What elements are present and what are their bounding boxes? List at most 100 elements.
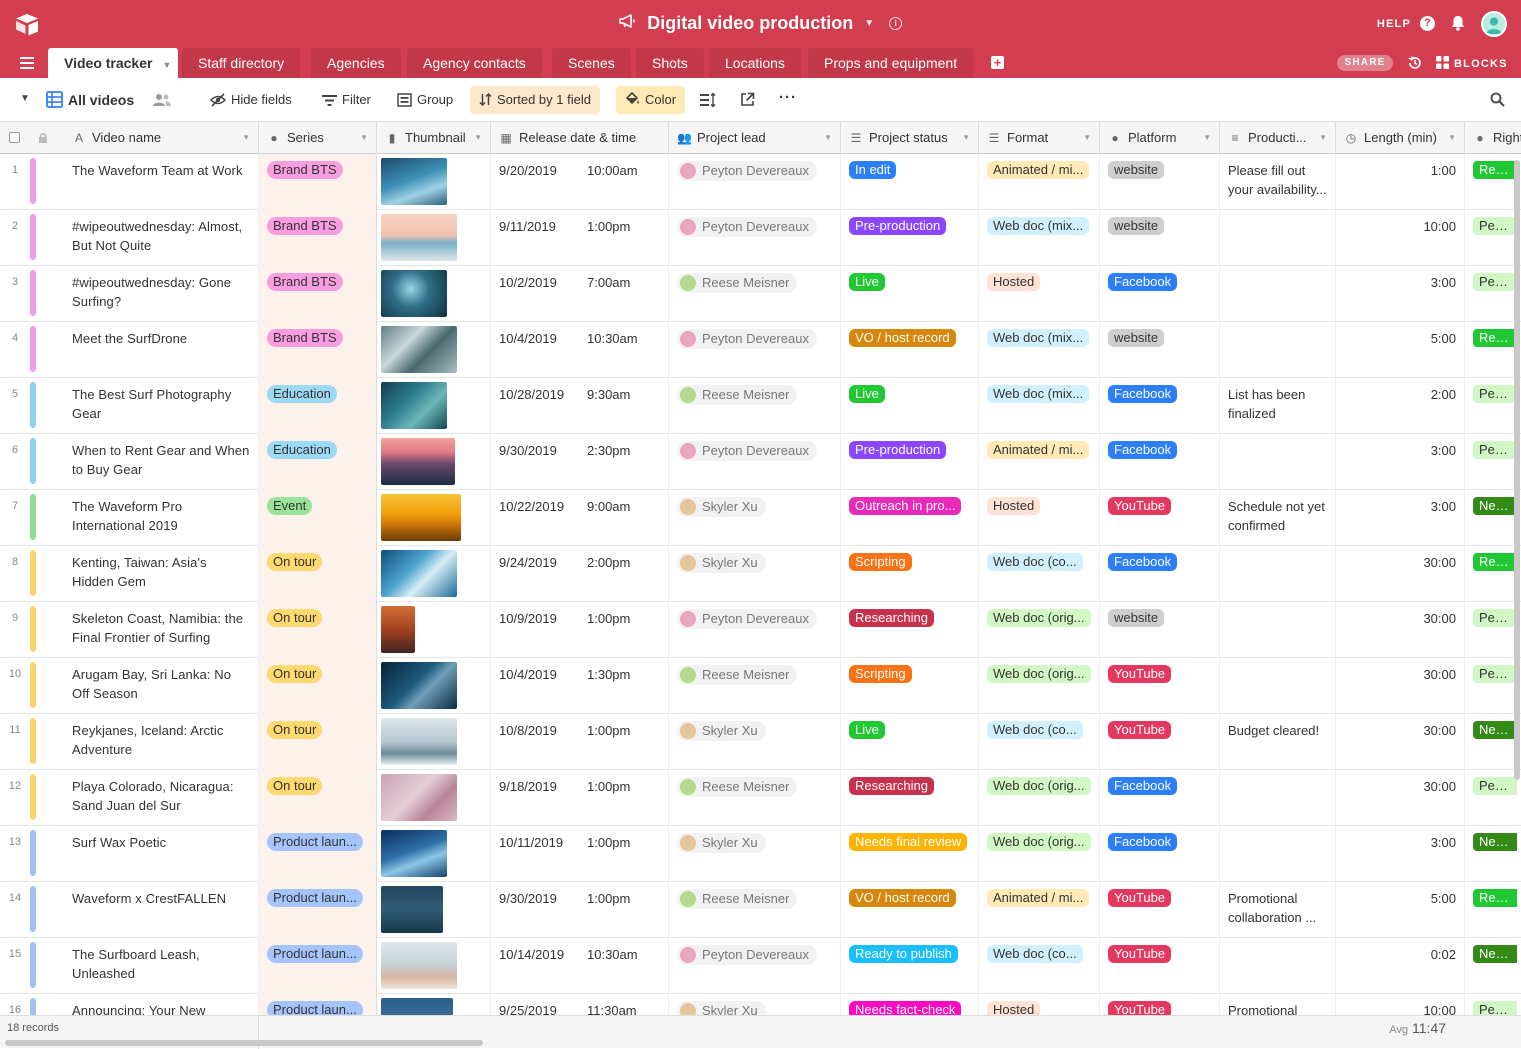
production-notes-cell[interactable] xyxy=(1220,938,1336,994)
thumbnail-image[interactable] xyxy=(381,886,443,933)
production-notes-cell[interactable]: Budget cleared! xyxy=(1220,714,1336,770)
format-cell[interactable]: Web doc (co... xyxy=(979,938,1100,994)
rights-cell[interactable]: Permis xyxy=(1465,658,1521,714)
series-cell[interactable]: On tour xyxy=(259,658,377,714)
base-title[interactable]: Digital video production ▼ i xyxy=(0,12,1521,34)
thumbnail-image[interactable] xyxy=(381,550,457,597)
rights-cell[interactable]: Needs xyxy=(1465,714,1521,770)
release-date-cell[interactable]: 9/18/2019 1:00pm xyxy=(491,770,669,826)
project-status-cell[interactable]: Scripting xyxy=(841,658,979,714)
production-notes-cell[interactable] xyxy=(1220,602,1336,658)
table-row[interactable]: 5 The Best Surf Photography Gear Education… xyxy=(0,378,1521,434)
length-cell[interactable]: 10:00 xyxy=(1336,994,1465,1015)
format-cell[interactable]: Animated / mi... xyxy=(979,154,1100,210)
table-row[interactable]: 12 Playa Colorado, Nicaragua: Sand Juan d… xyxy=(0,770,1521,826)
table-row[interactable]: 11 Reykjanes, Iceland: Arctic Adventure On… xyxy=(0,714,1521,770)
platform-cell[interactable]: Facebook xyxy=(1100,546,1220,602)
table-row[interactable]: 3 #wipeoutwednesday: Gone Surfing? Brand B… xyxy=(0,266,1521,322)
video-name-cell[interactable]: Surf Wax Poetic xyxy=(64,826,259,882)
chevron-down-icon[interactable]: ▼ xyxy=(360,122,368,154)
chevron-down-icon[interactable]: ▼ xyxy=(162,60,171,70)
length-cell[interactable]: 30:00 xyxy=(1336,770,1465,826)
column-header-production-notes[interactable]: ≡ Producti... ▼ xyxy=(1220,122,1336,154)
table-row[interactable]: 10 Arugam Bay, Sri Lanka: No Off Season On… xyxy=(0,658,1521,714)
release-date-cell[interactable]: 10/14/2019 10:30am xyxy=(491,938,669,994)
production-notes-cell[interactable] xyxy=(1220,322,1336,378)
chevron-down-icon[interactable]: ▼ xyxy=(1083,122,1091,154)
platform-cell[interactable]: YouTube xyxy=(1100,490,1220,546)
thumbnail-cell[interactable] xyxy=(377,602,491,658)
platform-cell[interactable]: website xyxy=(1100,602,1220,658)
thumbnail-image[interactable] xyxy=(381,998,453,1015)
platform-cell[interactable]: website xyxy=(1100,322,1220,378)
help-icon[interactable]: ? xyxy=(1420,16,1435,31)
column-header-length[interactable]: ◷ Length (min) ▼ xyxy=(1336,122,1465,154)
project-status-cell[interactable]: Needs fact-check xyxy=(841,994,979,1015)
thumbnail-cell[interactable] xyxy=(377,546,491,602)
format-cell[interactable]: Hosted xyxy=(979,994,1100,1015)
production-notes-cell[interactable]: Please fill out your availability... xyxy=(1220,154,1336,210)
production-notes-cell[interactable] xyxy=(1220,434,1336,490)
release-date-cell[interactable]: 10/8/2019 1:00pm xyxy=(491,714,669,770)
rights-cell[interactable]: Permis xyxy=(1465,994,1521,1015)
chevron-down-icon[interactable]: ▼ xyxy=(824,122,832,154)
production-notes-cell[interactable]: Schedule not yet confirmed xyxy=(1220,490,1336,546)
table-row[interactable]: 7 The Waveform Pro International 2019 Even… xyxy=(0,490,1521,546)
series-cell[interactable]: Product laun... xyxy=(259,882,377,938)
project-status-cell[interactable]: Scripting xyxy=(841,546,979,602)
video-name-cell[interactable]: When to Rent Gear and When to Buy Gear xyxy=(64,434,259,490)
project-status-cell[interactable]: Pre-production xyxy=(841,210,979,266)
platform-cell[interactable]: YouTube xyxy=(1100,714,1220,770)
video-name-cell[interactable]: The Waveform Team at Work xyxy=(64,154,259,210)
thumbnail-image[interactable] xyxy=(381,270,447,317)
project-lead-cell[interactable]: Peyton Devereaux xyxy=(669,210,841,266)
release-date-cell[interactable]: 10/4/2019 10:30am xyxy=(491,322,669,378)
info-icon[interactable]: i xyxy=(889,16,903,30)
chevron-down-icon[interactable]: ▼ xyxy=(1203,122,1211,154)
thumbnail-cell[interactable] xyxy=(377,770,491,826)
thumbnail-cell[interactable] xyxy=(377,490,491,546)
tab-video-tracker[interactable]: Video tracker ▼ xyxy=(48,48,178,78)
thumbnail-cell[interactable] xyxy=(377,210,491,266)
thumbnail-image[interactable] xyxy=(381,942,457,989)
column-header-thumbnail[interactable]: ▮ Thumbnail ▼ xyxy=(377,122,491,154)
thumbnail-image[interactable] xyxy=(381,326,457,373)
chevron-down-icon[interactable]: ▼ xyxy=(864,18,874,29)
video-name-cell[interactable]: Arugam Bay, Sri Lanka: No Off Season xyxy=(64,658,259,714)
production-notes-cell[interactable] xyxy=(1220,658,1336,714)
project-lead-cell[interactable]: Skyler Xu xyxy=(669,826,841,882)
project-status-cell[interactable]: Needs final review xyxy=(841,826,979,882)
rights-cell[interactable]: Needs xyxy=(1465,826,1521,882)
project-status-cell[interactable]: Live xyxy=(841,266,979,322)
column-header-format[interactable]: ☰ Format ▼ xyxy=(979,122,1100,154)
project-status-cell[interactable]: Researching xyxy=(841,602,979,658)
platform-cell[interactable]: website xyxy=(1100,154,1220,210)
length-cell[interactable]: 30:00 xyxy=(1336,658,1465,714)
format-cell[interactable]: Web doc (orig... xyxy=(979,658,1100,714)
release-date-cell[interactable]: 10/4/2019 1:30pm xyxy=(491,658,669,714)
select-all-checkbox[interactable] xyxy=(0,122,30,154)
project-lead-cell[interactable]: Reese Meisner xyxy=(669,770,841,826)
video-name-cell[interactable]: Skeleton Coast, Namibia: the Final Front… xyxy=(64,602,259,658)
video-name-cell[interactable]: The Best Surf Photography Gear xyxy=(64,378,259,434)
platform-cell[interactable]: Facebook xyxy=(1100,826,1220,882)
rights-cell[interactable]: Permis xyxy=(1465,434,1521,490)
history-icon[interactable] xyxy=(1407,55,1423,71)
video-name-cell[interactable]: The Surfboard Leash, Unleashed xyxy=(64,938,259,994)
collaborators-icon[interactable] xyxy=(152,91,177,109)
share-view-icon[interactable] xyxy=(740,91,760,109)
more-options-icon[interactable]: ··· xyxy=(779,89,797,107)
user-avatar[interactable] xyxy=(1481,11,1507,37)
tab-shots[interactable]: Shots xyxy=(636,48,704,78)
filter-button[interactable]: Filter xyxy=(322,91,371,109)
length-cell[interactable]: 0:02 xyxy=(1336,938,1465,994)
format-cell[interactable]: Web doc (co... xyxy=(979,714,1100,770)
series-cell[interactable]: On tour xyxy=(259,714,377,770)
rights-cell[interactable]: Needs xyxy=(1465,938,1521,994)
project-lead-cell[interactable]: Peyton Devereaux xyxy=(669,602,841,658)
project-status-cell[interactable]: Live xyxy=(841,378,979,434)
series-cell[interactable]: On tour xyxy=(259,602,377,658)
horizontal-scrollbar[interactable] xyxy=(5,1040,483,1046)
project-status-cell[interactable]: Pre-production xyxy=(841,434,979,490)
project-lead-cell[interactable]: Reese Meisner xyxy=(669,882,841,938)
